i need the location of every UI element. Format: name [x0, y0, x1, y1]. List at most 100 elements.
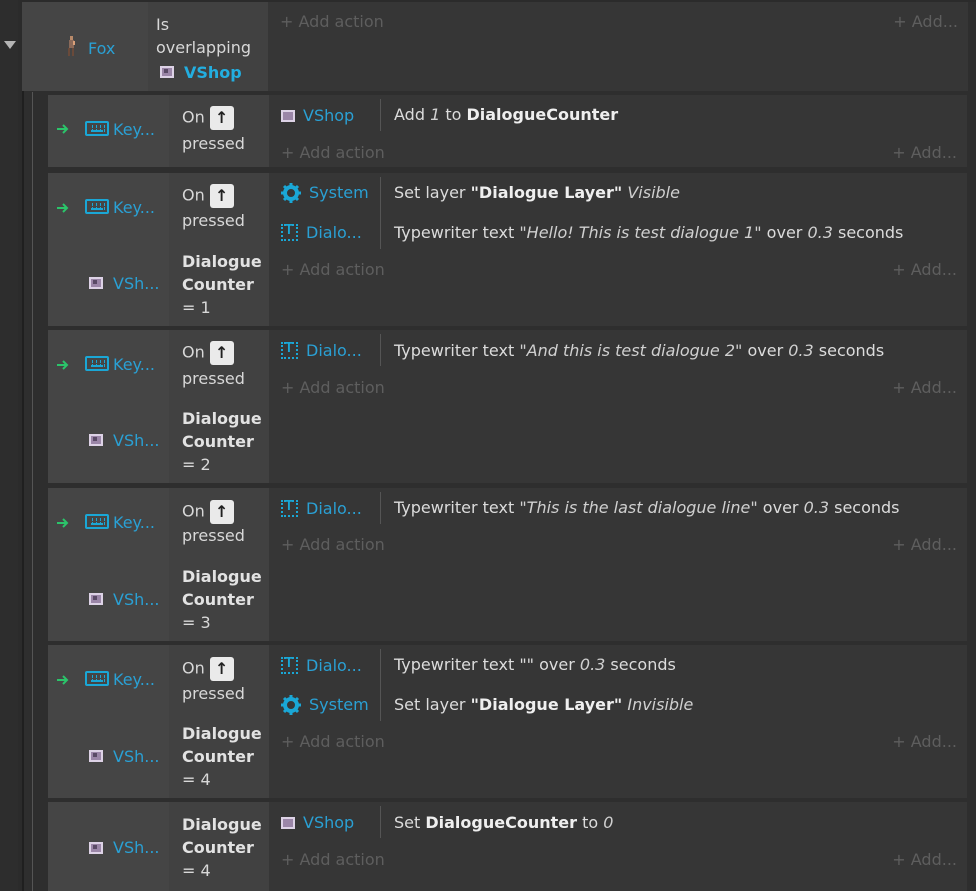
- compare-value: = 1: [182, 298, 211, 317]
- add-menu-link[interactable]: + Add...: [892, 260, 957, 279]
- on-key-pressed-condition: On ↑: [182, 657, 234, 681]
- action-text-part: "Dialogue Layer": [470, 695, 623, 714]
- add-action-link[interactable]: + Add action: [281, 535, 385, 554]
- pressed-label: pressed: [182, 211, 245, 230]
- action-text-part: Set layer: [394, 183, 471, 202]
- condition-object-cell[interactable]: Key... VSh...: [48, 330, 170, 483]
- action-text-part: Add: [394, 105, 431, 124]
- condition-object-name: VSh...: [113, 838, 160, 857]
- vshop-sprite-icon: [89, 277, 103, 289]
- actions-cell: + Add action + Add...: [268, 2, 968, 91]
- variable-name-line: Counter: [182, 747, 254, 766]
- action-text-part: Invisible: [627, 695, 694, 714]
- on-key-pressed-condition: On ↑: [182, 341, 234, 365]
- action-object-name: Dialo...: [306, 341, 362, 360]
- sub-event-row[interactable]: Key... VSh... On ↑ pressed Dialogue Count…: [48, 488, 967, 641]
- compare-value: = 4: [182, 770, 211, 789]
- action-text-part: seconds: [829, 498, 900, 517]
- actions-cell: System Set layer "Dialogue Layer" Visibl…: [269, 173, 967, 326]
- keyboard-icon: [85, 121, 109, 136]
- action-text-part: over: [742, 341, 789, 360]
- condition-text-cell[interactable]: Dialogue Counter = 4: [169, 802, 269, 891]
- add-menu-link[interactable]: + Add...: [892, 143, 957, 162]
- up-arrow-key-badge: ↑: [209, 341, 234, 365]
- action-object-name: VShop: [303, 106, 355, 125]
- text-object-icon: [281, 223, 298, 241]
- action-text-part: Set: [394, 813, 426, 832]
- action-text-part: "Dialogue Layer": [470, 183, 623, 202]
- variable-name-line: Dialogue: [182, 252, 262, 271]
- add-menu-link[interactable]: + Add...: [893, 12, 958, 31]
- action-text-part: "This is the last dialogue line": [519, 498, 758, 517]
- action-text: Add 1 to DialogueCounter: [394, 105, 618, 124]
- condition-text-cell[interactable]: On ↑ pressed Dialogue Counter = 3: [169, 488, 269, 641]
- condition-text-cell[interactable]: On ↑ pressed Dialogue Counter = 4: [169, 645, 269, 798]
- action-object: System: [281, 694, 369, 715]
- add-menu-link[interactable]: + Add...: [892, 535, 957, 554]
- action-text-part: to: [577, 813, 604, 832]
- sub-event-row[interactable]: Key... VSh... On ↑ pressed Dialogue Count…: [48, 173, 967, 326]
- action-text-part: seconds: [832, 223, 904, 242]
- vshop-sprite-icon: [160, 66, 174, 78]
- condition-object-name: Key...: [113, 670, 155, 689]
- add-action-link[interactable]: + Add action: [281, 260, 385, 279]
- actions-cell: VShop Add 1 to DialogueCounter + Add act…: [269, 95, 967, 167]
- action-text-part: 0.3: [807, 223, 833, 242]
- add-menu-link[interactable]: + Add...: [892, 850, 957, 869]
- up-arrow-key-badge: ↑: [209, 657, 234, 681]
- vshop-sprite-icon: [89, 593, 103, 605]
- action-text-part: 0.3: [579, 655, 606, 674]
- action-text-part: "And this is test dialogue 2": [519, 341, 743, 360]
- action-text: Typewriter text "And this is test dialog…: [394, 341, 884, 360]
- variable-name-line: Dialogue: [182, 567, 262, 586]
- add-menu-link[interactable]: + Add...: [892, 732, 957, 751]
- vshop-sprite-icon: [89, 434, 103, 446]
- condition-text-cell[interactable]: On ↑ pressed Dialogue Counter = 2: [169, 330, 269, 483]
- add-action-link[interactable]: + Add action: [281, 732, 385, 751]
- action-text-part: Typewriter text: [394, 341, 520, 360]
- condition-object-cell[interactable]: Key... VSh...: [48, 488, 170, 641]
- action-text: Set layer "Dialogue Layer" Visible: [394, 183, 680, 202]
- on-label: On: [182, 107, 205, 127]
- sub-event-row[interactable]: Key... VSh... On ↑ pressed Dialogue Count…: [48, 330, 967, 483]
- add-menu-link[interactable]: + Add...: [892, 378, 957, 397]
- actions-cell: Dialo... Typewriter text "" over 0.3 sec…: [269, 645, 967, 798]
- variable-name-line: Dialogue: [182, 724, 262, 743]
- action-object: Dialo...: [281, 655, 362, 675]
- add-action-link[interactable]: + Add action: [280, 12, 384, 31]
- condition-object-cell[interactable]: VSh...: [48, 802, 170, 891]
- pressed-label: pressed: [182, 369, 245, 388]
- condition-object-cell[interactable]: Key... VSh...: [48, 645, 170, 798]
- condition-object-cell[interactable]: Fox: [22, 2, 149, 91]
- add-action-link[interactable]: + Add action: [281, 143, 385, 162]
- action-separator: [380, 649, 381, 721]
- keyboard-icon: [85, 671, 109, 686]
- vshop-sprite-icon: [89, 750, 103, 762]
- action-text-part: seconds: [813, 341, 885, 360]
- variable-name-line: Dialogue: [182, 409, 262, 428]
- condition-object-name: VSh...: [113, 274, 160, 293]
- on-key-pressed-condition: On ↑: [182, 184, 234, 208]
- sub-event-nesting-line: [32, 92, 33, 891]
- action-text-part: over: [761, 223, 808, 242]
- condition-object-cell[interactable]: Key...: [48, 95, 170, 167]
- condition-object-cell[interactable]: Key... VSh...: [48, 173, 170, 326]
- action-text-part: Typewriter text: [394, 655, 520, 674]
- add-action-link[interactable]: + Add action: [281, 378, 385, 397]
- parent-event-row[interactable]: Fox Is overlapping VShop + Add action + …: [22, 2, 968, 91]
- sub-event-row[interactable]: Key... On ↑ pressed VShop Add 1 to Dialog…: [48, 95, 967, 167]
- collapse-arrow-icon[interactable]: [4, 41, 16, 49]
- keyboard-icon: [85, 514, 109, 529]
- condition-text-cell[interactable]: On ↑ pressed: [169, 95, 269, 167]
- action-text-part: Typewriter text: [394, 498, 520, 517]
- condition-text-cell[interactable]: On ↑ pressed Dialogue Counter = 1: [169, 173, 269, 326]
- sub-event-row[interactable]: VSh... Dialogue Counter = 4 VShop Set Di…: [48, 802, 967, 891]
- add-action-link[interactable]: + Add action: [281, 850, 385, 869]
- trigger-arrow-icon: [57, 124, 69, 134]
- sub-event-row[interactable]: Key... VSh... On ↑ pressed Dialogue Count…: [48, 645, 967, 798]
- text-object-icon: [281, 499, 298, 517]
- condition-text-cell[interactable]: Is overlapping VShop: [148, 2, 268, 91]
- trigger-arrow-icon: [57, 675, 69, 685]
- action-object: VShop: [281, 812, 354, 832]
- action-object: Dialo...: [281, 340, 362, 360]
